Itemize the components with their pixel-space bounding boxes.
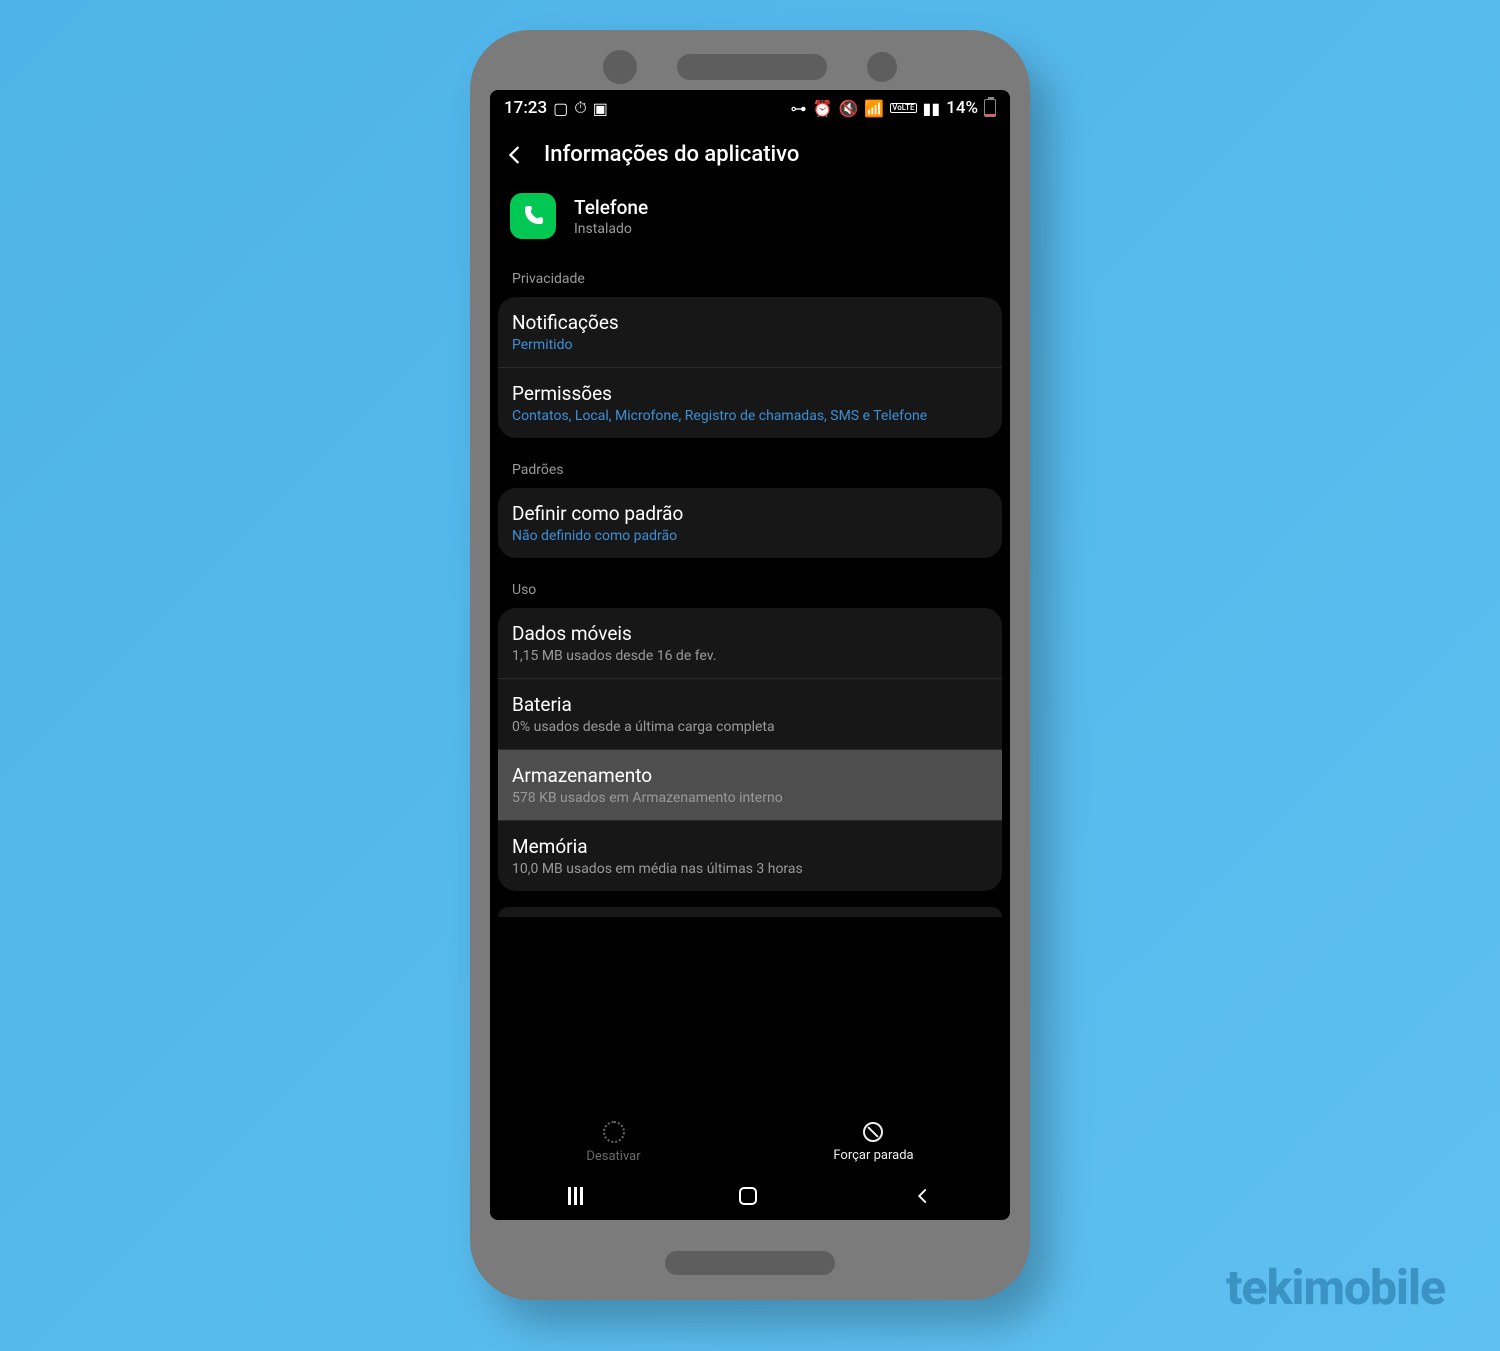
title-bar: Informações do aplicativo	[490, 126, 1010, 187]
row-set-default[interactable]: Definir como padrão Não definido como pa…	[498, 488, 1002, 558]
phone-cutouts	[470, 50, 1030, 84]
section-defaults-label: Padrões	[490, 454, 1010, 488]
row-title: Permissões	[512, 382, 988, 405]
group-defaults: Definir como padrão Não definido como pa…	[498, 488, 1002, 558]
row-sub: Contatos, Local, Microfone, Registro de …	[512, 408, 988, 424]
row-memory[interactable]: Memória 10,0 MB usados em média nas últi…	[498, 821, 1002, 891]
row-sub: 1,15 MB usados desde 16 de fev.	[512, 648, 988, 664]
screen: 17:23 ▢ ⏱ ▣ ⊶ ⏰ 🔇 📶 VoLTE ▮▮ 14% Informa…	[490, 90, 1010, 1220]
watermark: tekimobile	[1226, 1259, 1445, 1316]
nav-home-button[interactable]	[739, 1187, 757, 1205]
bottom-bar: Desativar Forçar parada	[490, 1109, 1010, 1172]
force-stop-icon	[863, 1122, 883, 1142]
next-group-peek	[498, 907, 1002, 917]
row-title: Armazenamento	[512, 764, 988, 787]
group-usage: Dados móveis 1,15 MB usados desde 16 de …	[498, 608, 1002, 891]
nav-recent-button[interactable]	[568, 1187, 583, 1205]
app-status: Instalado	[574, 221, 648, 237]
group-privacy: Notificações Permitido Permissões Contat…	[498, 297, 1002, 438]
nav-back-button[interactable]	[914, 1187, 932, 1205]
row-mobile-data[interactable]: Dados móveis 1,15 MB usados desde 16 de …	[498, 608, 1002, 679]
row-sub: 0% usados desde a última carga completa	[512, 719, 988, 735]
app-icon-small: ▣	[593, 99, 608, 118]
mute-icon: 🔇	[838, 99, 858, 118]
vpn-icon: ⊶	[791, 99, 807, 118]
app-header: Telefone Instalado	[490, 187, 1010, 263]
alarm2-icon: ⏰	[813, 99, 833, 118]
app-icon	[510, 193, 556, 239]
wifi-icon: 📶	[864, 99, 884, 118]
row-permissions[interactable]: Permissões Contatos, Local, Microfone, R…	[498, 368, 1002, 438]
row-title: Bateria	[512, 693, 988, 716]
battery-percent: 14%	[946, 98, 978, 118]
disable-icon	[603, 1121, 625, 1143]
status-time: 17:23	[504, 98, 547, 118]
phone-frame: 17:23 ▢ ⏱ ▣ ⊶ ⏰ 🔇 📶 VoLTE ▮▮ 14% Informa…	[470, 30, 1030, 1300]
signal-icon: ▮▮	[923, 99, 941, 118]
force-stop-label: Forçar parada	[833, 1148, 913, 1163]
disable-label: Desativar	[586, 1149, 640, 1164]
row-battery[interactable]: Bateria 0% usados desde a última carga c…	[498, 679, 1002, 750]
row-title: Notificações	[512, 311, 988, 334]
row-storage[interactable]: Armazenamento 578 KB usados em Armazenam…	[498, 750, 1002, 821]
image-icon: ▢	[553, 99, 568, 118]
app-name: Telefone	[574, 196, 648, 219]
row-sub: 10,0 MB usados em média nas últimas 3 ho…	[512, 861, 988, 877]
phone-home-indicator	[665, 1251, 835, 1275]
force-stop-button[interactable]: Forçar parada	[833, 1122, 913, 1163]
row-sub: Permitido	[512, 337, 988, 353]
row-sub: Não definido como padrão	[512, 528, 988, 544]
row-title: Definir como padrão	[512, 502, 988, 525]
section-privacy-label: Privacidade	[490, 263, 1010, 297]
back-button[interactable]	[504, 144, 526, 166]
nav-bar	[490, 1172, 1010, 1220]
section-usage-label: Uso	[490, 574, 1010, 608]
alarm-icon: ⏱	[574, 98, 586, 118]
row-sub: 578 KB usados em Armazenamento interno	[512, 790, 988, 806]
row-notifications[interactable]: Notificações Permitido	[498, 297, 1002, 368]
page-title: Informações do aplicativo	[544, 142, 799, 167]
lte-icon: VoLTE	[890, 103, 916, 114]
row-title: Memória	[512, 835, 988, 858]
battery-icon	[984, 99, 996, 117]
status-bar: 17:23 ▢ ⏱ ▣ ⊶ ⏰ 🔇 📶 VoLTE ▮▮ 14%	[490, 90, 1010, 126]
row-title: Dados móveis	[512, 622, 988, 645]
disable-button: Desativar	[586, 1121, 640, 1164]
